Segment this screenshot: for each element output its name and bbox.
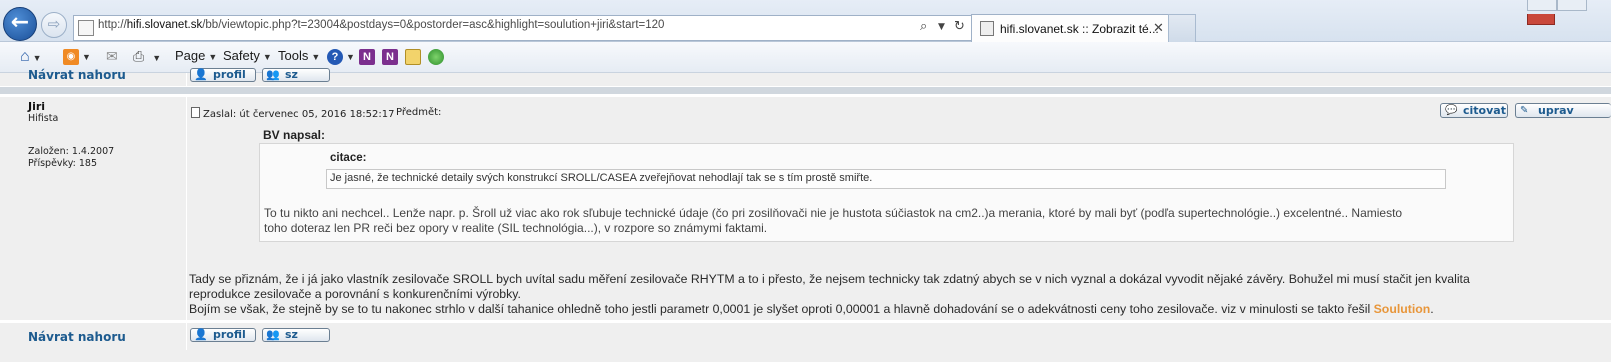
page-menu[interactable]: Page ▼ xyxy=(175,48,217,63)
url-text: http://hifi.slovanet.sk/bb/viewtopic.php… xyxy=(98,19,665,31)
pm-button-label: sz xyxy=(285,68,298,81)
quote-icon: 💬 xyxy=(1445,105,1458,116)
quote-text-line1: To tu nikto ani nechcel.. Lenže napr. p.… xyxy=(264,206,1403,220)
onenote-linked-button[interactable]: N xyxy=(382,48,398,65)
user-icon: 👤 xyxy=(194,328,208,341)
mail-button[interactable]: ✉ xyxy=(106,48,118,65)
quote-text-line2: toho doteraz len PR reči bez opory v rea… xyxy=(264,221,768,235)
addon-button[interactable] xyxy=(405,48,421,65)
feeds-button[interactable]: ◉ ▼ xyxy=(63,48,91,65)
chevron-down-icon: ▼ xyxy=(32,53,42,63)
url-field[interactable]: http://hifi.slovanet.sk/bb/viewtopic.php… xyxy=(73,15,1000,41)
pm-button[interactable]: 👥 sz xyxy=(262,68,330,82)
post-body-line3-text: Bojím se však, že stejně by se to tu nak… xyxy=(189,302,1371,316)
page-menu-label: Page xyxy=(175,48,206,63)
profile-button-label: profil xyxy=(213,328,246,341)
author-rank: Hifista xyxy=(28,113,59,124)
quote-box: citace: To tu nikto ani nechcel.. Lenže … xyxy=(259,143,1514,242)
tools-menu[interactable]: Tools ▼ xyxy=(278,48,320,63)
chevron-down-icon[interactable]: ▼ xyxy=(938,22,945,32)
globe-icon xyxy=(428,48,444,65)
safety-menu-label: Safety xyxy=(223,48,260,63)
edit-button[interactable]: ✎ uprav xyxy=(1515,103,1611,118)
forum-page: Návrat nahoru 👤 profil 👥 sz Jiri Hifista Z… xyxy=(0,68,1611,362)
minimize-icon[interactable] xyxy=(1527,0,1557,11)
note-icon xyxy=(405,48,421,65)
users-icon: 👥 xyxy=(266,68,280,81)
back-button[interactable]: ← xyxy=(3,7,37,41)
onenote-icon: N xyxy=(359,48,375,65)
print-button[interactable]: ⎙ ▼ xyxy=(133,48,161,65)
author-panel xyxy=(0,97,186,320)
prev-post-footer-right xyxy=(187,73,1611,86)
help-icon: ? xyxy=(327,48,343,65)
arrow-left-icon: ← xyxy=(10,10,30,35)
author-post-count: Příspěvky: 185 xyxy=(28,158,98,169)
post-body-line3: Bojím se však, že stejně by se to tu nak… xyxy=(189,302,1434,316)
onenote-linked-icon: N xyxy=(382,48,398,65)
chevron-down-icon: ▼ xyxy=(208,52,218,62)
edit-icon: ✎ xyxy=(1520,105,1529,116)
profile-button[interactable]: 👤 profil xyxy=(190,68,256,82)
tab-title: hifi.slovanet.sk :: Zobrazit té... xyxy=(1000,22,1159,36)
close-window-icon[interactable] xyxy=(1527,14,1555,25)
new-tab-button[interactable] xyxy=(1168,14,1196,42)
pm-button-label: sz xyxy=(285,328,298,341)
arrow-right-icon: ⇨ xyxy=(47,15,61,33)
back-to-top-link[interactable]: Návrat nahoru xyxy=(28,68,126,82)
profile-button[interactable]: 👤 profil xyxy=(190,328,256,342)
page-icon xyxy=(78,20,94,36)
printer-icon: ⎙ xyxy=(133,48,145,64)
bottom-strip xyxy=(0,350,1611,362)
post-separator xyxy=(0,87,1611,94)
home-button[interactable]: ⌂ ▼ xyxy=(20,48,42,66)
nested-quote-box: Je jasné, že technické detaily svých kon… xyxy=(326,169,1446,189)
tab-close-icon[interactable]: ✕ xyxy=(1153,21,1164,36)
addon-green-button[interactable] xyxy=(428,48,444,65)
post-meta: Zaslal: út červenec 05, 2016 18:52:17 xyxy=(191,107,394,120)
forward-button[interactable]: ⇨ xyxy=(41,12,67,38)
rss-icon: ◉ xyxy=(63,48,79,65)
author-name[interactable]: Jiri xyxy=(28,100,45,113)
chevron-down-icon: ▼ xyxy=(311,52,321,62)
post-date: Zaslal: út červenec 05, 2016 18:52:17 xyxy=(203,109,395,120)
back-to-top-link[interactable]: Návrat nahoru xyxy=(28,330,126,344)
author-joined: Založen: 1.4.2007 xyxy=(28,146,115,157)
users-icon: 👥 xyxy=(266,328,280,341)
post-body-line2: reprodukce zesilovače a porovnání s konk… xyxy=(189,287,521,301)
post-subject: Předmět: xyxy=(396,107,442,118)
chevron-down-icon: ▼ xyxy=(152,53,162,63)
tab-active[interactable]: hifi.slovanet.sk :: Zobrazit té... ✕ xyxy=(971,14,1170,42)
maximize-icon[interactable] xyxy=(1557,0,1587,11)
page-icon xyxy=(980,21,994,36)
nested-quote-label: citace: xyxy=(330,152,367,164)
edit-button-label: uprav xyxy=(1538,104,1574,117)
safety-menu[interactable]: Safety ▼ xyxy=(223,48,272,63)
quote-button[interactable]: 💬 citovat xyxy=(1440,103,1508,118)
post-icon xyxy=(191,107,200,118)
search-icon[interactable]: ⌕ xyxy=(920,19,927,34)
user-icon: 👤 xyxy=(194,68,208,81)
quote-button-label: citovat xyxy=(1463,104,1506,117)
pm-button[interactable]: 👥 sz xyxy=(262,328,330,342)
chevron-down-icon: ▼ xyxy=(82,52,91,62)
quote-author: BV napsal: xyxy=(263,128,326,142)
chevron-down-icon: ▼ xyxy=(346,52,355,62)
profile-button-label: profil xyxy=(213,68,246,81)
highlight-soulution: Soulution xyxy=(1373,302,1431,316)
mail-icon: ✉ xyxy=(106,48,118,64)
post-footer-right xyxy=(187,323,1611,350)
window-controls xyxy=(1527,0,1611,28)
refresh-icon[interactable]: ↻ xyxy=(954,19,965,34)
onenote-button[interactable]: N xyxy=(359,48,375,65)
chevron-down-icon: ▼ xyxy=(262,52,272,62)
help-button[interactable]: ? ▼ xyxy=(327,48,355,65)
post-body-end: . xyxy=(1430,302,1434,316)
nested-quote-text: Je jasné, že technické detaily svých kon… xyxy=(330,172,873,184)
home-icon: ⌂ xyxy=(20,48,30,65)
browser-address-bar: ← ⇨ http://hifi.slovanet.sk/bb/viewtopic… xyxy=(0,0,1611,42)
tools-menu-label: Tools xyxy=(278,48,309,63)
post-body-line1: Tady se přiznám, že i já jako vlastník z… xyxy=(189,272,1470,286)
